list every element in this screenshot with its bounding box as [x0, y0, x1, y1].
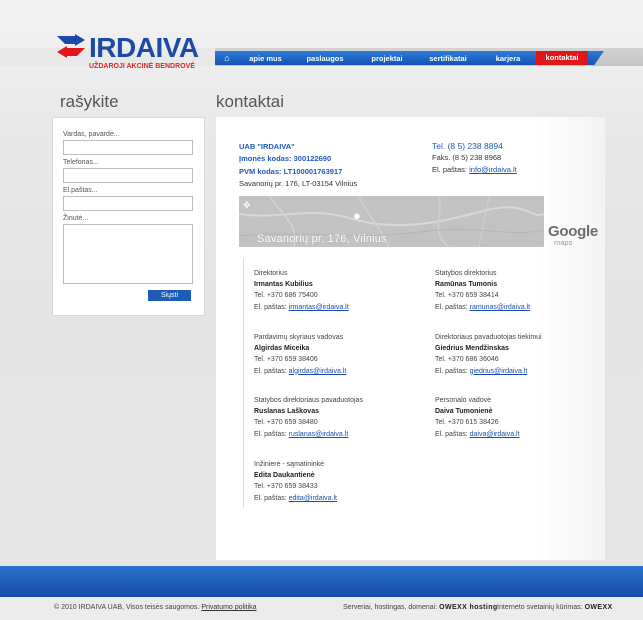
person-name: Algirdas Miceika — [254, 345, 310, 353]
person-role: Direktorius — [254, 270, 288, 277]
person-phone: Tel. +370 686 36046 — [435, 356, 499, 364]
person-email-prefix: El. paštas: — [435, 430, 468, 438]
email-prefix: El. paštas: — [432, 164, 468, 174]
nav-item-projektai[interactable]: projektai — [358, 54, 416, 63]
page-title: kontaktai — [216, 92, 285, 111]
person-card: Direktoriaus pavaduotojas tiekimui Giedr… — [435, 332, 610, 377]
nav-item-kontaktai[interactable]: kontaktai — [536, 51, 588, 65]
map[interactable]: ✥ ● Savanorių pr. 176, Vilnius — [239, 196, 544, 247]
hosting-text: Serveriai, hostingas, domenai: — [343, 604, 438, 611]
footer-design: Interneto svetainių kūrimas: OWEXX — [497, 604, 613, 611]
submit-button[interactable]: Siųsti — [148, 290, 191, 301]
person-card: Statybos direktorius Ramūnas Tumonis Tel… — [435, 268, 610, 313]
logo[interactable]: IRDAIVA UŽDAROJI AKCINĖ BENDROVĖ — [55, 32, 205, 74]
person-email-prefix: El. paštas: — [435, 303, 468, 311]
person-email-link[interactable]: irmantas@irdaiva.lt — [289, 304, 349, 311]
person-card: Personalo vadovė Daiva Tumonienė Tel. +3… — [435, 395, 610, 440]
contact-form: Vardas, pavardė... Telefonas... El.pašta… — [52, 117, 205, 316]
person-name: Giedrius Mendžinskas — [435, 345, 509, 353]
person-role: Pardavimų skyriaus vadovas — [254, 334, 344, 341]
person-role: Personalo vadovė — [435, 397, 492, 404]
person-email-prefix: El. paštas: — [435, 367, 468, 375]
person-email-prefix: El. paštas: — [254, 494, 287, 502]
person-phone: Tel. +370 659 38480 — [254, 419, 318, 427]
person-name: Irmantas Kubilius — [254, 281, 313, 289]
person-email-link[interactable]: ramunas@irdaiva.lt — [470, 304, 530, 311]
email-label: El.paštas... — [63, 187, 98, 194]
nav-item-apie-mus[interactable]: apie mus — [239, 54, 292, 63]
person-role: Statybos direktoriaus pavaduotojas — [254, 397, 363, 404]
person-name: Ramūnas Tumonis — [435, 281, 498, 289]
company-code: Įmonės kodas: 300122690 — [239, 154, 332, 164]
person-phone: Tel. +370 659 38433 — [254, 483, 318, 491]
person-name: Ruslanas Laškovas — [254, 408, 319, 416]
map-address-overlay: Savanorių pr. 176, Vilnius — [257, 233, 387, 245]
vat-code: PVM kodas: LT100001763917 — [239, 166, 343, 176]
person-email-link[interactable]: algirdas@irdaiva.lt — [289, 368, 347, 375]
person-phone: Tel. +370 615 38426 — [435, 419, 499, 427]
company-email-link[interactable]: info@irdaiva.lt — [469, 165, 517, 174]
map-pin-icon: ● — [353, 208, 361, 223]
main-nav: ⌂ apie mus paslaugos projektai sertifika… — [215, 51, 604, 65]
person-email-link[interactable]: ruslanas@irdaiva.lt — [289, 431, 349, 438]
map-zoom-icon[interactable]: ✥ — [243, 200, 251, 211]
footer-band — [0, 566, 643, 597]
email-field[interactable] — [63, 196, 193, 211]
person-role: Direktoriaus pavaduotojas tiekimui — [435, 334, 542, 341]
company-name: UAB "IRDAIVA" — [239, 142, 295, 151]
nav-item-karjera[interactable]: karjera — [480, 54, 536, 63]
company-fax: Faks. (8 5) 238 8968 — [432, 153, 502, 163]
person-phone: Tel. +370 659 38406 — [254, 356, 318, 364]
person-name: Daiva Tumonienė — [435, 408, 493, 416]
design-brand-link[interactable]: OWEXX — [585, 604, 613, 611]
person-card: Direktorius Irmantas Kubilius Tel. +370 … — [254, 268, 429, 313]
message-field[interactable] — [63, 224, 193, 284]
contacts-panel: UAB "IRDAIVA" Įmonės kodas: 300122690 PV… — [216, 117, 605, 560]
person-email-prefix: El. paštas: — [254, 430, 287, 438]
name-field[interactable] — [63, 140, 193, 155]
company-address: Savanorių pr. 176, LT-03154 Vilnius — [239, 178, 358, 188]
person-card: Pardavimų skyriaus vadovas Algirdas Mice… — [254, 332, 429, 377]
company-tel: Tel. (8 5) 238 8894 — [432, 141, 503, 151]
person-email-link[interactable]: edita@irdaiva.lt — [289, 495, 337, 502]
person-phone: Tel. +370 686 75400 — [254, 292, 318, 300]
phone-label: Telefonas... — [63, 159, 99, 166]
phone-field[interactable] — [63, 168, 193, 183]
person-name: Edita Daukantienė — [254, 472, 315, 480]
google-maps-label: maps — [554, 238, 573, 247]
design-text: Interneto svetainių kūrimas: — [497, 604, 583, 611]
footer: © 2010 IRDAIVA UAB, Visos teisės saugomo… — [0, 597, 643, 620]
person-card: Inžinierė - sąmatininkė Edita Daukantien… — [254, 459, 429, 504]
home-icon[interactable]: ⌂ — [215, 53, 239, 63]
person-phone: Tel. +370 659 38414 — [435, 292, 499, 300]
person-email-prefix: El. paštas: — [254, 367, 287, 375]
company-info: UAB "IRDAIVA" Įmonės kodas: 300122690 PV… — [239, 141, 357, 190]
nav-item-paslaugos[interactable]: paslaugos — [292, 54, 358, 63]
nav-item-sertifikatai[interactable]: sertifikatai — [416, 54, 480, 63]
logo-arrows-icon — [57, 34, 85, 58]
logo-wordmark: IRDAIVA — [89, 32, 199, 63]
privacy-link[interactable]: Privatumo politika — [201, 604, 256, 611]
person-card: Statybos direktoriaus pavaduotojas Rusla… — [254, 395, 429, 440]
form-title: rašykite — [60, 92, 119, 111]
footer-copyright: © 2010 IRDAIVA UAB, Visos teisės saugomo… — [54, 604, 257, 611]
footer-hosting: Serveriai, hostingas, domenai: OWEXX hos… — [343, 604, 498, 611]
name-label: Vardas, pavardė... — [63, 131, 120, 138]
person-email-link[interactable]: daiva@irdaiva.lt — [470, 431, 520, 438]
logo-subtitle: UŽDAROJI AKCINĖ BENDROVĖ — [89, 63, 195, 70]
person-role: Statybos direktorius — [435, 270, 497, 277]
person-email-prefix: El. paštas: — [254, 303, 287, 311]
hosting-brand-link[interactable]: OWEXX hosting — [439, 604, 497, 611]
person-email-link[interactable]: giedrius@irdaiva.lt — [470, 368, 528, 375]
copyright-text: © 2010 IRDAIVA UAB, Visos teisės saugomo… — [54, 604, 200, 611]
divider — [243, 258, 244, 508]
company-contacts: Tel. (8 5) 238 8894 Faks. (8 5) 238 8968… — [432, 141, 517, 175]
person-role: Inžinierė - sąmatininkė — [254, 461, 325, 468]
message-label: Žinutė... — [63, 215, 89, 222]
